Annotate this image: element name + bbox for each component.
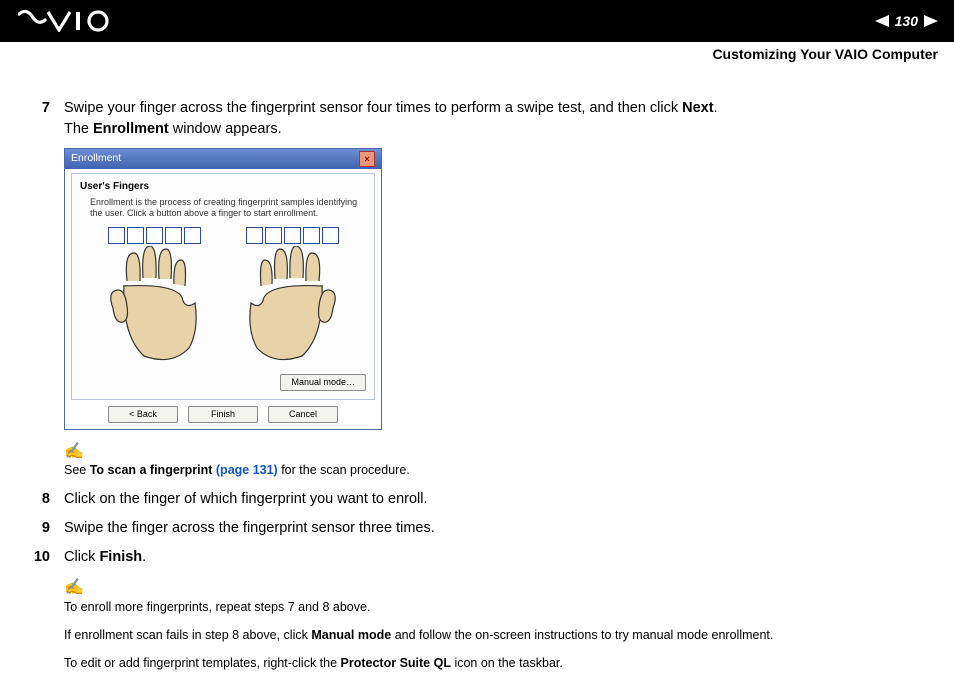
- finger-slot[interactable]: [265, 227, 282, 244]
- finish-button[interactable]: Finish: [188, 406, 258, 423]
- ui-ref-enrollment: Enrollment: [93, 121, 169, 137]
- ui-ref-next: Next: [682, 100, 713, 116]
- page-link-131[interactable]: (page 131): [216, 463, 278, 477]
- step-text: Click on the finger of which fingerprint…: [64, 489, 926, 510]
- finger-slot[interactable]: [108, 227, 125, 244]
- note-icon: ✍: [64, 576, 926, 599]
- step-8: 8 Click on the finger of which fingerpri…: [28, 489, 926, 510]
- back-button[interactable]: < Back: [108, 406, 178, 423]
- finger-slot[interactable]: [146, 227, 163, 244]
- finger-slot[interactable]: [165, 227, 182, 244]
- manual-mode-button[interactable]: Manual mode…: [280, 374, 366, 391]
- left-hand-icon: [99, 246, 209, 366]
- finger-slot[interactable]: [284, 227, 301, 244]
- step-number: 8: [28, 489, 50, 510]
- ui-ref-finish: Finish: [99, 549, 142, 565]
- step-9: 9 Swipe the finger across the fingerprin…: [28, 518, 926, 539]
- dialog-titlebar: Enrollment ×: [65, 149, 381, 169]
- note-scan-fingerprint: ✍ See To scan a fingerprint (page 131) f…: [64, 440, 926, 479]
- note-icon: ✍: [64, 440, 926, 463]
- header-bar: 130: [0, 0, 954, 42]
- step-number: 7: [28, 98, 50, 140]
- step-10: 10 Click Finish.: [28, 547, 926, 568]
- dialog-title: Enrollment: [71, 151, 121, 166]
- left-hand[interactable]: [99, 227, 209, 366]
- prev-page-arrow-icon[interactable]: [875, 15, 889, 27]
- step-7: 7 Swipe your finger across the fingerpri…: [28, 98, 926, 140]
- enrollment-dialog-screenshot: Enrollment × User's Fingers Enrollment i…: [64, 148, 382, 430]
- finger-slot[interactable]: [322, 227, 339, 244]
- next-page-arrow-icon[interactable]: [924, 15, 938, 27]
- close-icon[interactable]: ×: [359, 151, 375, 167]
- cancel-button[interactable]: Cancel: [268, 406, 338, 423]
- section-title: Customizing Your VAIO Computer: [712, 46, 938, 62]
- step-number: 10: [28, 547, 50, 568]
- dialog-subtext: Enrollment is the process of creating fi…: [90, 197, 366, 220]
- step-text: Swipe the finger across the fingerprint …: [64, 518, 926, 539]
- note-additional: ✍ To enroll more fingerprints, repeat st…: [64, 576, 926, 672]
- right-hand[interactable]: [237, 227, 347, 366]
- ui-ref-manual-mode: Manual mode: [311, 628, 391, 642]
- page-number: 130: [895, 13, 918, 29]
- ui-ref-protector-suite: Protector Suite QL: [341, 656, 451, 670]
- dialog-heading: User's Fingers: [80, 180, 366, 195]
- step-number: 9: [28, 518, 50, 539]
- page-nav: 130: [875, 13, 938, 29]
- finger-slot[interactable]: [246, 227, 263, 244]
- vaio-logo: [18, 10, 122, 32]
- finger-slot[interactable]: [184, 227, 201, 244]
- step-text: Swipe your finger across the fingerprint…: [64, 100, 682, 116]
- right-hand-icon: [237, 246, 347, 366]
- finger-slot[interactable]: [127, 227, 144, 244]
- finger-slot[interactable]: [303, 227, 320, 244]
